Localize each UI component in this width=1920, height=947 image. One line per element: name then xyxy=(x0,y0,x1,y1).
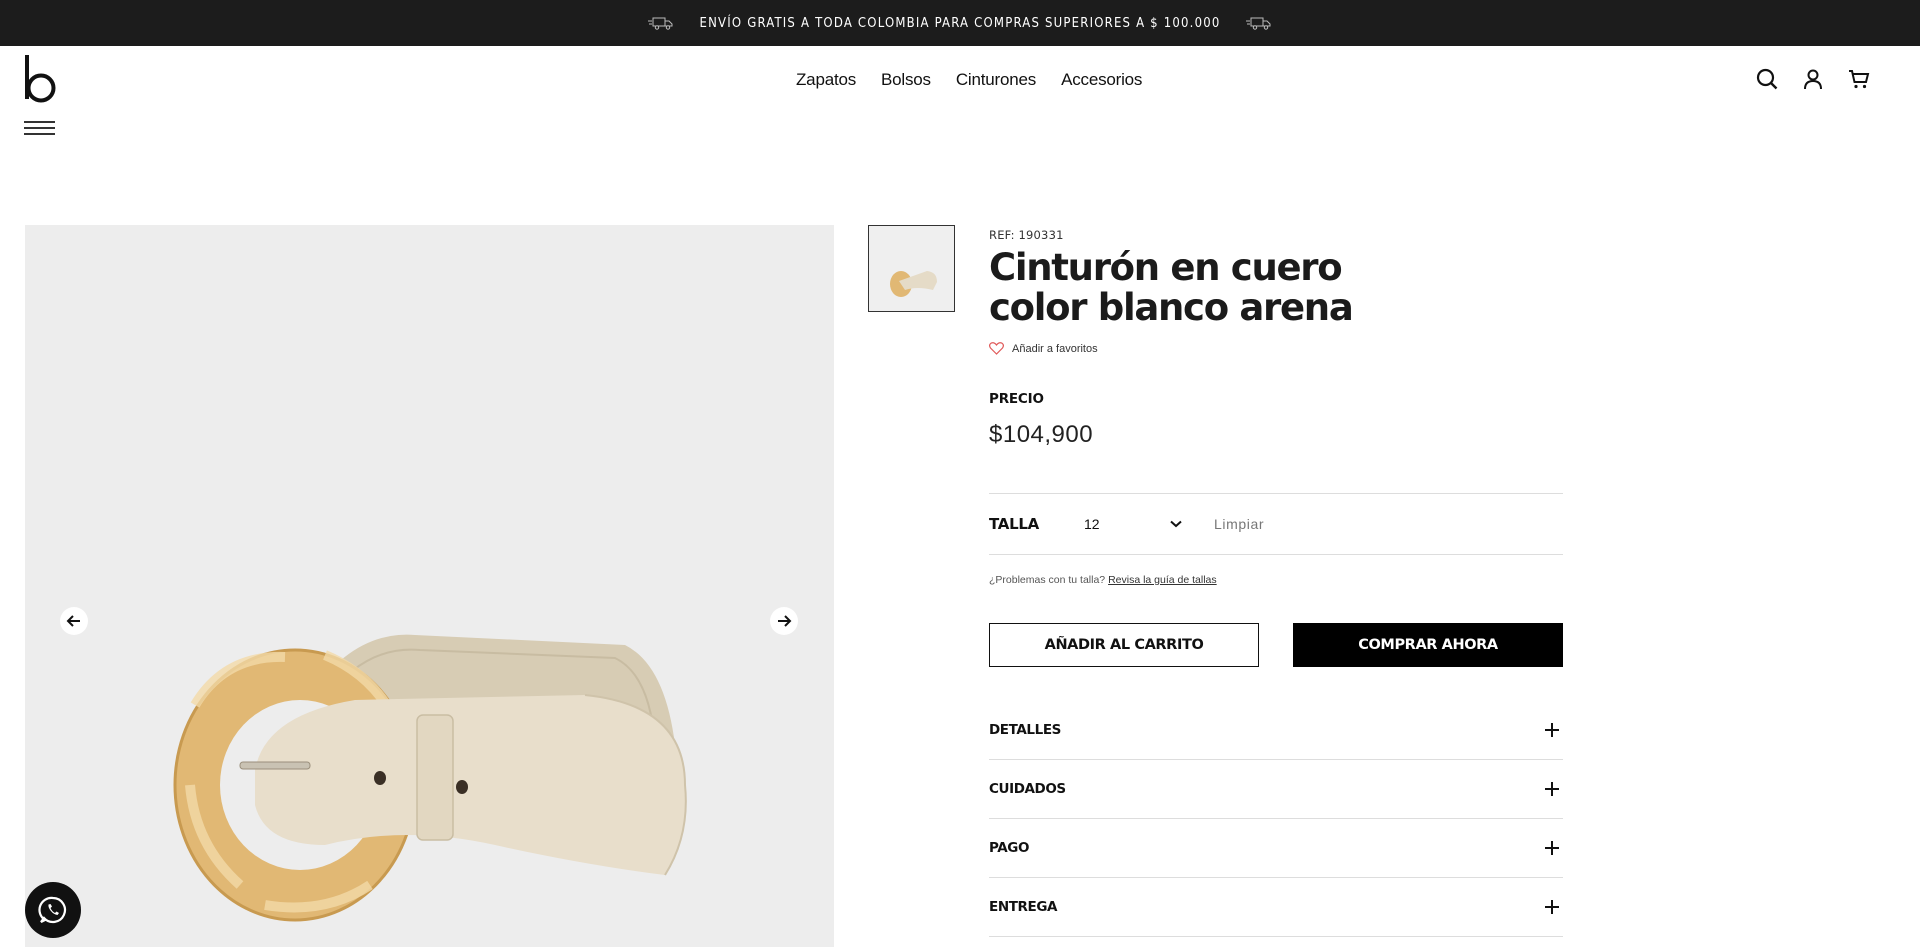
product-title: Cinturón en cuero color blanco arena xyxy=(989,246,1354,329)
whatsapp-icon[interactable] xyxy=(25,882,81,938)
cart-icon[interactable] xyxy=(1846,66,1872,92)
nav-accesorios[interactable]: Accesorios xyxy=(1061,70,1142,90)
accordion-label: DETALLES xyxy=(989,722,1061,738)
product-image xyxy=(173,634,687,922)
size-selector-row: TALLA 12 Limpiar xyxy=(989,493,1563,555)
header-actions xyxy=(1754,66,1872,92)
product-image-gallery xyxy=(25,225,834,947)
favorites-label: Añadir a favoritos xyxy=(1012,342,1098,355)
announcement-text: ENVÍO GRATIS A TODA COLOMBIA PARA COMPRA… xyxy=(699,15,1221,31)
accordion-label: PAGO xyxy=(989,840,1030,856)
plus-icon xyxy=(1545,782,1559,796)
add-to-favorites[interactable]: Añadir a favoritos xyxy=(989,342,1563,355)
chevron-down-icon xyxy=(1170,520,1182,528)
plus-icon xyxy=(1545,900,1559,914)
product-ref: REF: 190331 xyxy=(989,228,1064,242)
main-nav: Zapatos Bolsos Cinturones Accesorios xyxy=(796,70,1142,90)
accordion-label: CUIDADOS xyxy=(989,781,1066,797)
nav-bolsos[interactable]: Bolsos xyxy=(881,70,931,90)
size-select[interactable]: 12 xyxy=(1084,516,1192,532)
arrow-right-icon[interactable] xyxy=(770,607,798,635)
product-thumbnail[interactable] xyxy=(868,225,955,312)
add-to-cart-button[interactable]: AÑADIR AL CARRITO xyxy=(989,623,1259,667)
size-label: TALLA xyxy=(989,515,1039,533)
size-guide-link[interactable]: Revisa la guía de tallas xyxy=(1108,574,1217,586)
price-label: PRECIO xyxy=(989,391,1044,407)
size-help-text: ¿Problemas con tu talla? xyxy=(989,574,1106,586)
accordion-pago[interactable]: PAGO xyxy=(989,819,1563,878)
size-value: 12 xyxy=(1084,516,1100,532)
size-help: ¿Problemas con tu talla? Revisa la guía … xyxy=(989,574,1217,586)
plus-icon xyxy=(1545,723,1559,737)
brand-logo[interactable] xyxy=(24,55,56,105)
user-icon[interactable] xyxy=(1800,66,1826,92)
accordion-detalles[interactable]: DETALLES xyxy=(989,701,1563,760)
announcement-bar: ENVÍO GRATIS A TODA COLOMBIA PARA COMPRA… xyxy=(0,0,1920,46)
menu-button[interactable] xyxy=(24,121,55,135)
accordion-entrega[interactable]: ENTREGA xyxy=(989,878,1563,937)
buy-now-button[interactable]: COMPRAR AHORA xyxy=(1293,623,1563,667)
truck-icon xyxy=(1246,17,1271,30)
heart-icon xyxy=(989,342,1004,355)
truck-icon xyxy=(647,17,672,30)
nav-zapatos[interactable]: Zapatos xyxy=(796,70,856,90)
accordion-label: ENTREGA xyxy=(989,899,1058,915)
product-price: $104,900 xyxy=(989,421,1094,448)
accordion-cuidados[interactable]: CUIDADOS xyxy=(989,760,1563,819)
product-info: REF: 190331 Cinturón en cuero color blan… xyxy=(989,228,1563,937)
nav-cinturones[interactable]: Cinturones xyxy=(956,70,1036,90)
plus-icon xyxy=(1545,841,1559,855)
arrow-left-icon[interactable] xyxy=(60,607,88,635)
search-icon[interactable] xyxy=(1754,66,1780,92)
clear-size-button[interactable]: Limpiar xyxy=(1214,516,1264,532)
